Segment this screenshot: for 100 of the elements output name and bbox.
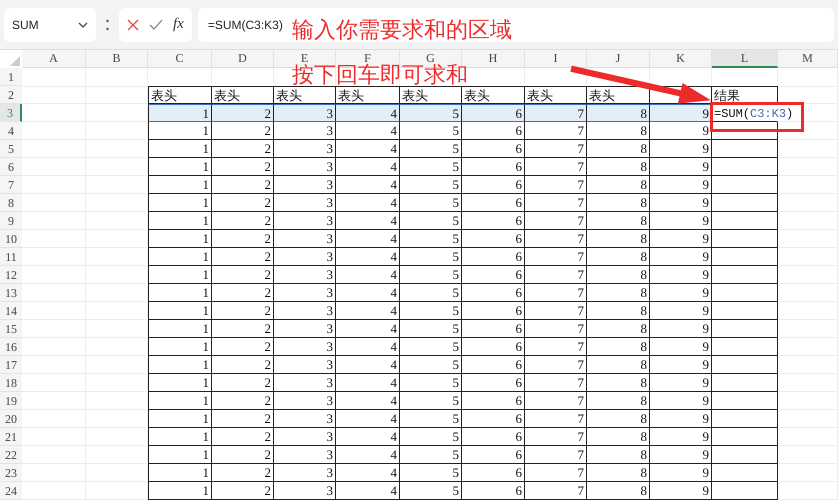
table-cell: 5 (400, 356, 462, 374)
row-header[interactable]: 19 (0, 392, 22, 410)
row-header[interactable]: 2 (0, 86, 22, 104)
name-box[interactable]: SUM (4, 8, 96, 42)
table-cell: 4 (336, 446, 400, 464)
table-cell: 1 (148, 392, 212, 410)
row-header[interactable]: 18 (0, 374, 22, 392)
table-cell: 2 (212, 446, 274, 464)
cancel-icon[interactable] (127, 18, 139, 30)
row-header[interactable]: 17 (0, 356, 22, 374)
column-header[interactable]: J (587, 50, 650, 68)
table-cell (712, 176, 778, 194)
row-header[interactable]: 13 (0, 284, 22, 302)
table-cell: 6 (462, 356, 525, 374)
table-cell: 9 (650, 230, 712, 248)
table-cell: 3 (274, 374, 336, 392)
chevron-down-icon (78, 22, 88, 28)
table-cell: 8 (587, 194, 650, 212)
table-cell: 3 (274, 266, 336, 284)
table-cell: 7 (525, 356, 587, 374)
table-cell: 2 (212, 428, 274, 446)
table-cell (778, 176, 838, 194)
table-cell (778, 230, 838, 248)
row-header[interactable]: 12 (0, 266, 22, 284)
row-header[interactable]: 4 (0, 122, 22, 140)
table-cell: 5 (400, 302, 462, 320)
table-cell: 9 (650, 338, 712, 356)
table-cell: 9 (650, 410, 712, 428)
column-header[interactable]: D (212, 50, 274, 68)
table-cell: 3 (274, 392, 336, 410)
row-header[interactable]: 7 (0, 176, 22, 194)
table-cell (22, 194, 86, 212)
column-header[interactable]: B (86, 50, 148, 68)
column-header[interactable]: K (650, 50, 712, 68)
insert-function-button[interactable]: fx (173, 16, 184, 33)
table-cell: 2 (212, 482, 274, 500)
table-cell (86, 284, 148, 302)
check-icon[interactable] (149, 19, 163, 30)
table-cell: 7 (525, 446, 587, 464)
row-header[interactable]: 15 (0, 320, 22, 338)
table-cell: 1 (148, 140, 212, 158)
table-cell: 1 (148, 266, 212, 284)
column-header[interactable]: A (22, 50, 86, 68)
table-cell: 6 (462, 320, 525, 338)
row-header[interactable]: 23 (0, 464, 22, 482)
table-cell: 5 (400, 374, 462, 392)
table-cell (712, 158, 778, 176)
table-cell: 7 (525, 104, 587, 122)
table-cell: 2 (212, 302, 274, 320)
row-header[interactable]: 11 (0, 248, 22, 266)
table-cell: 2 (212, 158, 274, 176)
table-cell: 1 (148, 356, 212, 374)
row-header[interactable]: 22 (0, 446, 22, 464)
row-header[interactable]: 1 (0, 68, 22, 86)
row-header[interactable]: 6 (0, 158, 22, 176)
table-cell: 3 (274, 338, 336, 356)
row-header[interactable]: 24 (0, 482, 22, 500)
table-cell (778, 410, 838, 428)
table-cell: 1 (148, 284, 212, 302)
table-cell (712, 284, 778, 302)
row-header[interactable]: 21 (0, 428, 22, 446)
table-cell: 6 (462, 266, 525, 284)
table-cell: 6 (462, 158, 525, 176)
table-cell: 9 (650, 428, 712, 446)
table-cell: 6 (462, 428, 525, 446)
table-cell: 9 (650, 140, 712, 158)
table-cell (86, 158, 148, 176)
table-cell: 2 (212, 338, 274, 356)
table-cell: 1 (148, 302, 212, 320)
table-cell (22, 410, 86, 428)
column-header[interactable]: M (778, 50, 838, 68)
row-header[interactable]: 16 (0, 338, 22, 356)
table-cell (778, 374, 838, 392)
row-header[interactable]: 8 (0, 194, 22, 212)
row-header[interactable]: 10 (0, 230, 22, 248)
formula-text[interactable]: =SUM(C3:K3) (714, 107, 794, 121)
table-cell: 5 (400, 176, 462, 194)
table-cell: 7 (525, 338, 587, 356)
table-cell: 3 (274, 428, 336, 446)
table-cell: 5 (400, 212, 462, 230)
table-cell (86, 464, 148, 482)
table-cell (86, 410, 148, 428)
column-header[interactable]: L (712, 50, 778, 68)
column-header[interactable]: I (525, 50, 587, 68)
table-cell: 6 (462, 446, 525, 464)
row-header[interactable]: 14 (0, 302, 22, 320)
table-cell: 7 (525, 482, 587, 500)
table-cell: 6 (462, 464, 525, 482)
table-cell: 5 (400, 266, 462, 284)
table-cell (86, 122, 148, 140)
table-cell: 3 (274, 284, 336, 302)
table-cell: 6 (462, 410, 525, 428)
more-icon[interactable] (106, 18, 109, 30)
column-header[interactable]: C (148, 50, 212, 68)
row-header[interactable]: 20 (0, 410, 22, 428)
table-cell: 7 (525, 392, 587, 410)
table-cell: 4 (336, 122, 400, 140)
row-header[interactable]: 5 (0, 140, 22, 158)
table-cell (712, 248, 778, 266)
row-header[interactable]: 9 (0, 212, 22, 230)
